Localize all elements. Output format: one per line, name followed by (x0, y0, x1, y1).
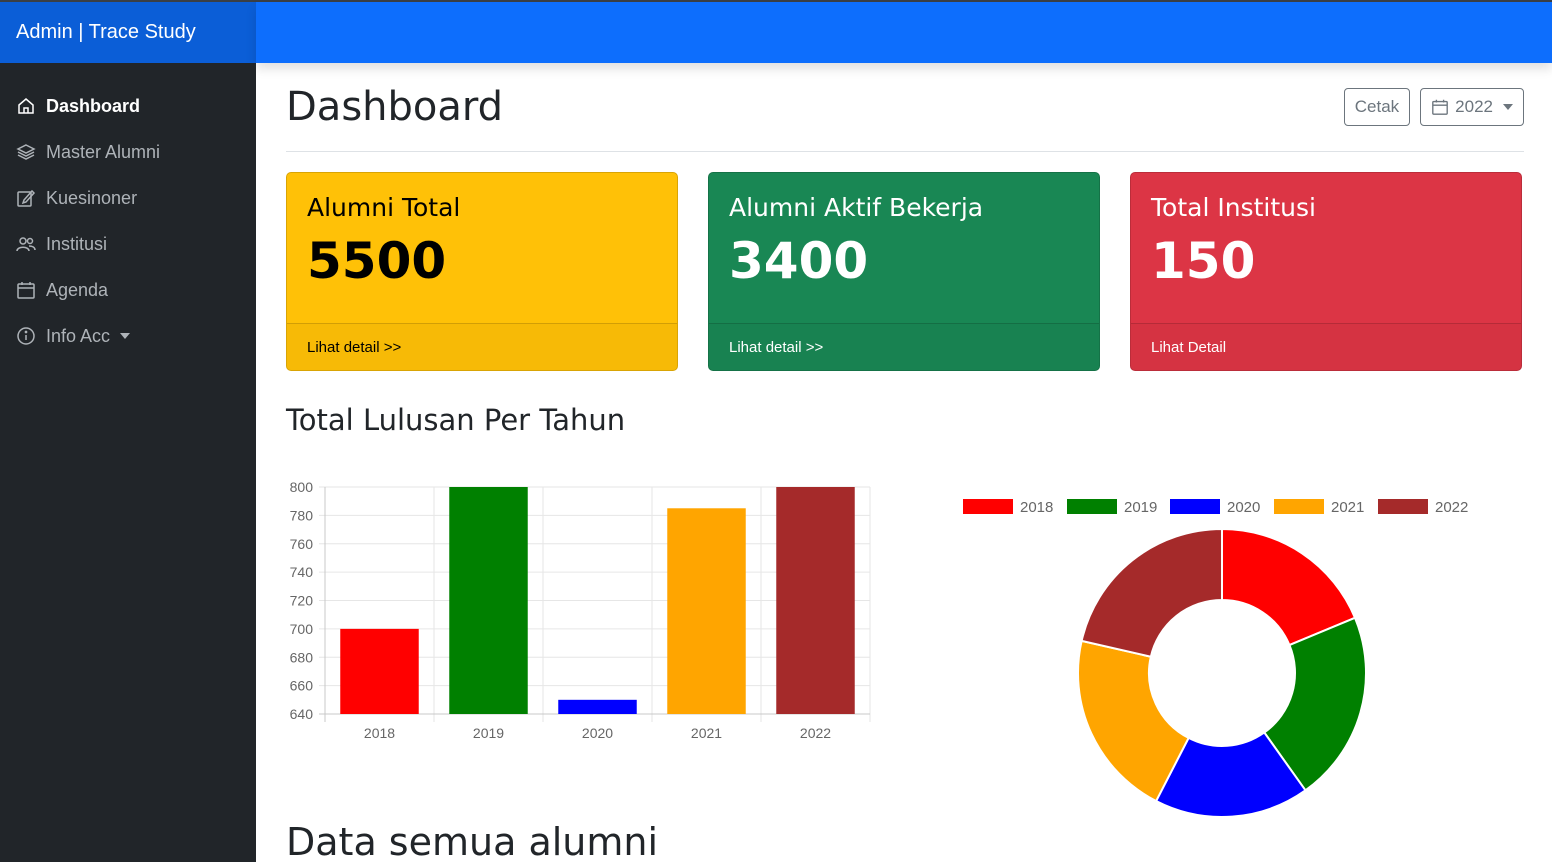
section-title: Total Lulusan Per Tahun (286, 403, 626, 437)
page-header: Dashboard Cetak 2022 (286, 63, 1524, 152)
page-title: Dashboard (286, 84, 504, 130)
data-alumni-title: Data semua alumni (286, 820, 659, 864)
legend-swatch-2018[interactable] (963, 499, 1013, 514)
legend-swatch-2022[interactable] (1378, 499, 1428, 514)
y-tick-label: 660 (290, 678, 314, 694)
y-tick-label: 640 (290, 706, 314, 722)
sidebar-item-label: Institusi (46, 233, 108, 254)
sidebar-item-info-acc[interactable]: Info Acc (0, 313, 256, 359)
calendar-icon (1432, 99, 1449, 115)
legend-swatch-2021[interactable] (1274, 499, 1324, 514)
legend-label: 2020 (1227, 499, 1260, 516)
year-dropdown-label: 2022 (1455, 97, 1493, 116)
y-tick-label: 780 (290, 507, 314, 523)
legend-label: 2019 (1124, 499, 1157, 516)
sidebar-item-master-alumni[interactable]: Master Alumni (0, 129, 256, 175)
main-content: Dashboard Cetak 2022 Alumni Total 5500 L… (286, 63, 1524, 437)
bar-2018[interactable] (340, 628, 419, 714)
top-navbar (256, 2, 1552, 63)
edit-icon (17, 189, 36, 207)
x-tick-label: 2020 (582, 725, 613, 741)
legend-swatch-2020[interactable] (1170, 499, 1220, 514)
legend-label: 2018 (1020, 499, 1053, 516)
home-icon (18, 98, 34, 114)
y-tick-label: 700 (290, 621, 314, 637)
sidebar: Dashboard Master Alumni Kuesinoner Insti… (0, 63, 256, 862)
card-value: 150 (1151, 232, 1256, 290)
chevron-down-icon (120, 333, 131, 339)
x-tick-label: 2022 (800, 725, 831, 741)
y-tick-label: 800 (290, 479, 314, 495)
sidebar-item-label: Kuesinoner (46, 187, 138, 208)
stat-card-alumni-bekerja: Alumni Aktif Bekerja 3400 Lihat detail >… (708, 172, 1100, 371)
stat-card-total-institusi: Total Institusi 150 Lihat Detail (1130, 172, 1522, 371)
x-tick-label: 2018 (364, 725, 395, 741)
bar-2019[interactable] (449, 487, 528, 714)
info-icon (17, 327, 35, 345)
stat-card-alumni-total: Alumni Total 5500 Lihat detail >> (286, 172, 678, 371)
legend-label: 2021 (1331, 499, 1364, 516)
y-tick-label: 680 (290, 649, 314, 665)
brand-title[interactable]: Admin | Trace Study (0, 2, 256, 63)
year-dropdown[interactable]: 2022 (1420, 88, 1524, 126)
y-tick-label: 720 (290, 593, 314, 609)
x-tick-label: 2021 (691, 725, 722, 741)
print-button[interactable]: Cetak (1343, 88, 1411, 126)
y-tick-label: 740 (290, 564, 314, 580)
sidebar-item-dashboard[interactable]: Dashboard (0, 83, 256, 129)
card-title: Total Institusi (1151, 193, 1316, 222)
bar-2020[interactable] (558, 699, 637, 714)
donut-slice-2022[interactable] (1080, 527, 1223, 658)
legend-swatch-2019[interactable] (1067, 499, 1117, 514)
bar-2022[interactable] (776, 487, 855, 714)
y-tick-label: 760 (290, 536, 314, 552)
stat-cards: Alumni Total 5500 Lihat detail >> Alumni… (286, 172, 1524, 371)
donut-chart: 2018 2019 2020 2021 2022 (963, 499, 1468, 818)
chevron-down-icon (1503, 104, 1513, 110)
card-detail-link[interactable]: Lihat detail >> (287, 323, 677, 370)
card-detail-link[interactable]: Lihat detail >> (709, 323, 1099, 370)
sidebar-item-institusi[interactable]: Institusi (0, 221, 256, 267)
people-icon (16, 237, 36, 252)
x-tick-label: 2019 (473, 725, 504, 741)
sidebar-item-label: Dashboard (46, 95, 141, 116)
sidebar-item-label: Master Alumni (46, 141, 161, 162)
bar-2021[interactable] (667, 508, 746, 714)
legend-label: 2022 (1435, 499, 1468, 516)
sidebar-item-agenda[interactable]: Agenda (0, 267, 256, 313)
layers-icon (16, 144, 36, 160)
sidebar-item-label: Agenda (46, 279, 109, 300)
card-title: Alumni Aktif Bekerja (729, 193, 984, 222)
bar-chart: 640 660 680 700 720 740 760 780 800 2018 2019 2020 2… (290, 479, 871, 741)
card-value: 3400 (729, 232, 869, 290)
card-title: Alumni Total (307, 193, 461, 222)
sidebar-item-label: Info Acc (46, 325, 111, 346)
sidebar-item-kuesinoner[interactable]: Kuesinoner (0, 175, 256, 221)
card-detail-link[interactable]: Lihat Detail (1131, 323, 1521, 370)
card-value: 5500 (307, 232, 447, 290)
calendar-icon (17, 282, 35, 299)
